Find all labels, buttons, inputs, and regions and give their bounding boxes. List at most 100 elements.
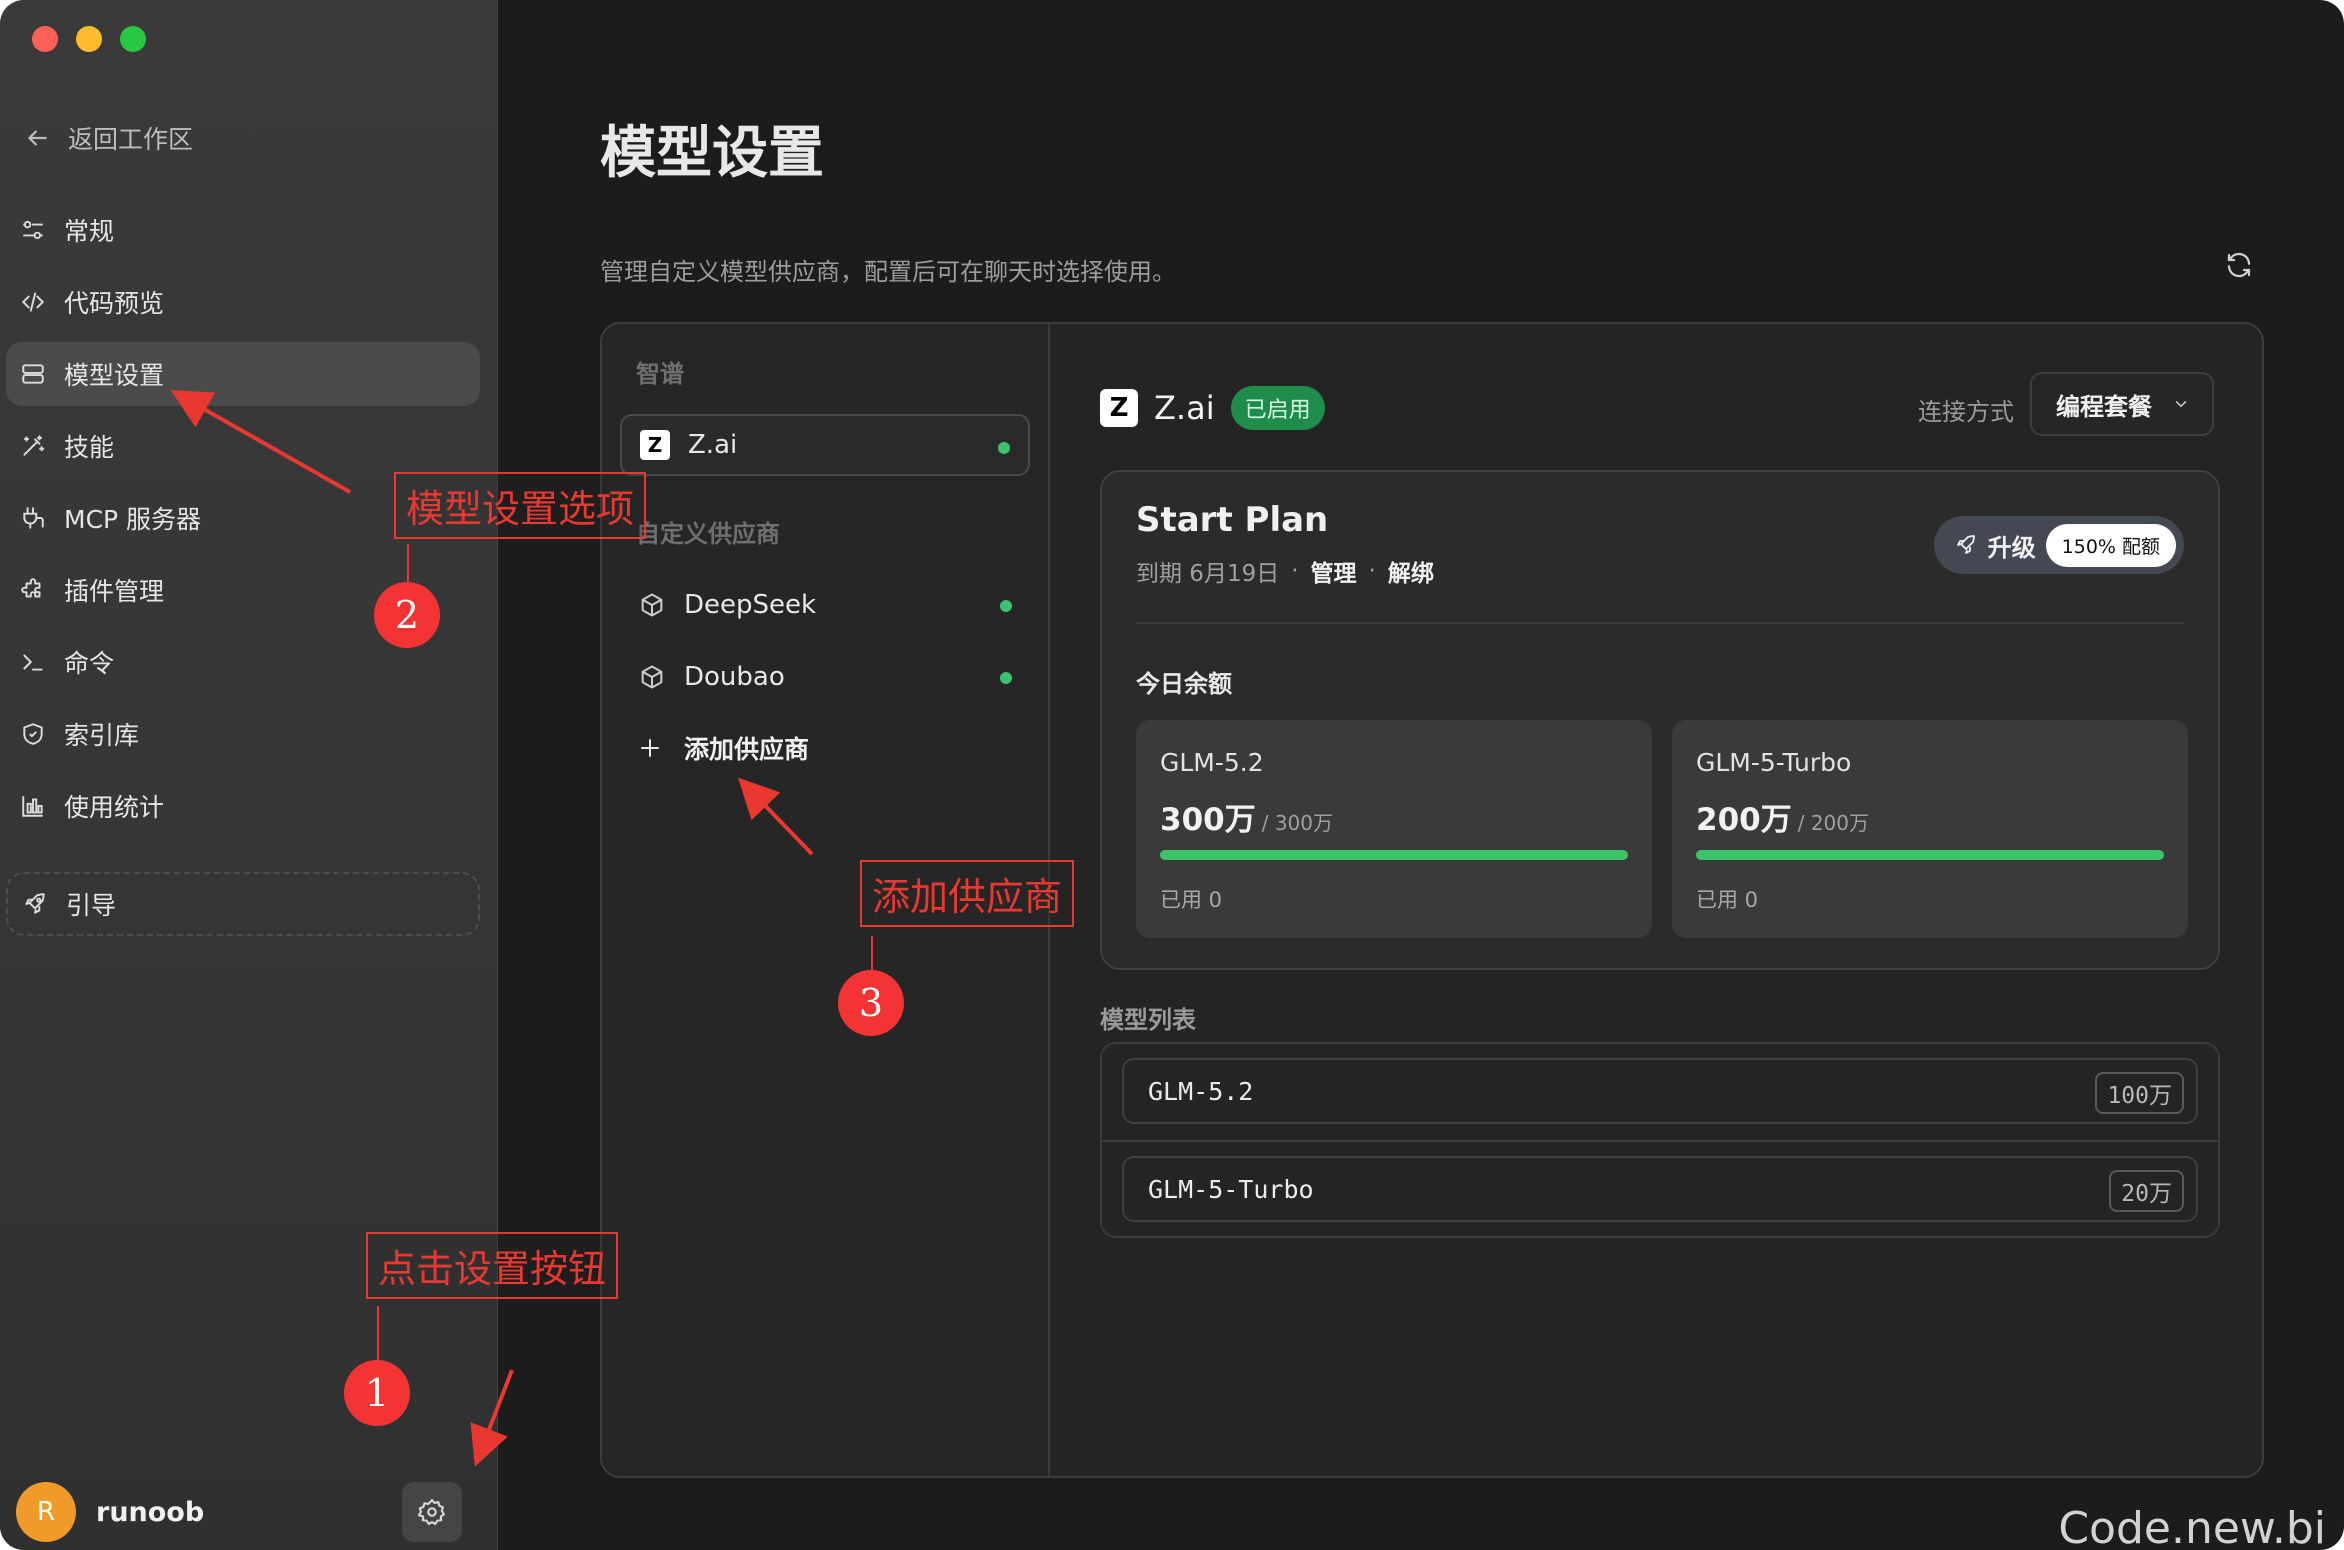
page-description: 管理自定义模型供应商，配置后可在聊天时选择使用。 bbox=[600, 258, 1176, 286]
quota-model-name: GLM-5.2 bbox=[1160, 748, 1264, 777]
connection-label: 连接方式 bbox=[1918, 398, 2014, 426]
group-label-zhipu: 智谱 bbox=[636, 360, 684, 388]
page-title: 模型设置 bbox=[600, 121, 824, 186]
model-list-title: 模型列表 bbox=[1100, 1006, 1196, 1034]
sidebar-item-label: 技能 bbox=[64, 433, 115, 462]
sidebar-item-usage[interactable]: 使用统计 bbox=[6, 774, 480, 838]
quota-model-name: GLM-5-Turbo bbox=[1696, 748, 1852, 777]
plan-meta: 到期 6月19日 · 管理 · 解绑 bbox=[1136, 554, 1434, 588]
magic-wand-icon bbox=[23, 435, 45, 456]
zoom-window-button[interactable] bbox=[120, 26, 146, 52]
minimize-window-button[interactable] bbox=[76, 26, 102, 52]
divider bbox=[1102, 1140, 2218, 1142]
annotation-callout-2: 模型设置选项 bbox=[394, 472, 647, 539]
provider-item-zai[interactable]: Z Z.ai bbox=[620, 414, 1030, 476]
provider-name: Z.ai bbox=[688, 430, 738, 460]
guide-button[interactable]: 引导 bbox=[6, 872, 480, 936]
status-badge: 已启用 bbox=[1230, 386, 1325, 430]
model-name: GLM-5-Turbo bbox=[1148, 1174, 1314, 1204]
enabled-status-dot bbox=[1000, 600, 1012, 612]
sidebar-item-code-preview[interactable]: 代码预览 bbox=[6, 270, 480, 334]
provider-item-doubao[interactable]: Doubao bbox=[620, 646, 1030, 708]
sliders-icon bbox=[23, 220, 43, 240]
quota-progress-fill bbox=[1696, 850, 2164, 860]
quota-remaining: 300万 bbox=[1160, 802, 1256, 838]
add-provider-button[interactable]: 添加供应商 bbox=[638, 730, 809, 766]
quota-progress-bar bbox=[1696, 850, 2164, 860]
refresh-icon bbox=[2227, 252, 2251, 278]
divider bbox=[1136, 622, 2184, 624]
connection-select[interactable]: 编程套餐 bbox=[2030, 372, 2214, 436]
quota-value: 200万/ 200万 bbox=[1696, 794, 1869, 839]
group-label-custom: 自定义供应商 bbox=[636, 520, 780, 548]
provider-name: DeepSeek bbox=[684, 590, 817, 620]
annotation-callout-3: 添加供应商 bbox=[860, 860, 1075, 927]
unbind-link[interactable]: 解绑 bbox=[1388, 554, 1434, 588]
zai-logo-icon: Z bbox=[1100, 389, 1138, 427]
separator: · bbox=[1291, 558, 1299, 584]
username: runoob bbox=[96, 1496, 205, 1528]
sidebar-item-label: MCP 服务器 bbox=[64, 505, 202, 534]
sidebar-item-skills[interactable]: 技能 bbox=[6, 414, 480, 478]
rocket-icon bbox=[25, 893, 45, 914]
sidebar-item-label: 代码预览 bbox=[64, 289, 165, 318]
quota-total: / 300万 bbox=[1261, 811, 1333, 835]
sidebar-item-label: 常规 bbox=[64, 217, 115, 246]
plan-name: Start Plan bbox=[1136, 500, 1329, 540]
watermark: Code.new.bi bbox=[2058, 1503, 2326, 1550]
quota-progress-fill bbox=[1160, 850, 1628, 860]
sidebar-item-label: 使用统计 bbox=[64, 793, 165, 822]
context-badge: 20万 bbox=[2109, 1170, 2184, 1212]
sidebar: 返回工作区 常规 代码预览 模型设置 技能 MCP 服务器 插件管理 命令 索引… bbox=[0, 0, 498, 1550]
plan-expiry: 到期 6月19日 bbox=[1136, 561, 1280, 587]
model-row[interactable]: GLM-5-Turbo 20万 bbox=[1122, 1156, 2198, 1222]
user-profile[interactable]: R runoob bbox=[16, 1482, 204, 1542]
provider-item-deepseek[interactable]: DeepSeek bbox=[620, 574, 1030, 636]
provider-name: Doubao bbox=[684, 662, 785, 692]
app-window: 返回工作区 常规 代码预览 模型设置 技能 MCP 服务器 插件管理 命令 索引… bbox=[0, 0, 2344, 1550]
annotation-number-2: 2 bbox=[374, 582, 440, 648]
annotation-number-1: 1 bbox=[344, 1360, 410, 1426]
sidebar-item-model-settings[interactable]: 模型设置 bbox=[6, 342, 480, 406]
sidebar-item-general[interactable]: 常规 bbox=[6, 198, 480, 262]
model-list: GLM-5.2 100万 GLM-5-Turbo 20万 bbox=[1100, 1042, 2220, 1238]
separator: · bbox=[1368, 558, 1376, 584]
sidebar-item-label: 模型设置 bbox=[64, 361, 165, 390]
shield-icon bbox=[23, 723, 43, 745]
promo-badge: 150% 配额 bbox=[2045, 523, 2176, 567]
enabled-status-dot bbox=[998, 442, 1010, 454]
zai-logo-icon: Z bbox=[640, 430, 670, 460]
upgrade-label: 升级 bbox=[1987, 533, 2036, 562]
annotation-number-3: 3 bbox=[838, 970, 904, 1036]
model-row[interactable]: GLM-5.2 100万 bbox=[1122, 1058, 2198, 1124]
quota-total: / 200万 bbox=[1797, 811, 1869, 835]
sidebar-item-index[interactable]: 索引库 bbox=[6, 702, 480, 766]
provider-header: Z Z.ai 已启用 bbox=[1100, 386, 1325, 430]
settings-button[interactable] bbox=[402, 1482, 462, 1542]
gear-icon bbox=[417, 1499, 445, 1525]
plus-icon bbox=[641, 739, 659, 757]
sidebar-item-label: 索引库 bbox=[64, 721, 140, 750]
manage-link[interactable]: 管理 bbox=[1311, 554, 1357, 588]
plug-icon bbox=[23, 507, 44, 529]
upgrade-button[interactable]: 升级 150% 配额 bbox=[1933, 516, 2184, 574]
refresh-button[interactable] bbox=[2224, 250, 2254, 284]
guide-label: 引导 bbox=[66, 891, 117, 920]
close-window-button[interactable] bbox=[32, 26, 58, 52]
enabled-status-dot bbox=[1000, 672, 1012, 684]
model-name: GLM-5.2 bbox=[1148, 1076, 1254, 1106]
provider-panel: 智谱 Z Z.ai 自定义供应商 DeepSeek Doubao 添加供应商 Z… bbox=[600, 322, 2264, 1478]
back-label: 返回工作区 bbox=[68, 125, 194, 154]
puzzle-icon bbox=[21, 578, 41, 598]
provider-detail: Z Z.ai 已启用 连接方式 编程套餐 Start Plan 到期 6月19日… bbox=[1052, 324, 2262, 1476]
traffic-lights bbox=[32, 26, 146, 52]
quota-progress-bar bbox=[1160, 850, 1628, 860]
quota-remaining: 200万 bbox=[1696, 802, 1792, 838]
add-provider-label: 添加供应商 bbox=[684, 735, 810, 764]
quota-used: 已用 0 bbox=[1696, 888, 1759, 912]
provider-title: Z.ai bbox=[1154, 389, 1215, 427]
plan-card: Start Plan 到期 6月19日 · 管理 · 解绑 升级 150% 配额… bbox=[1100, 470, 2220, 970]
back-to-workspace-link[interactable]: 返回工作区 bbox=[24, 118, 193, 158]
context-badge: 100万 bbox=[2095, 1072, 2184, 1114]
code-icon bbox=[21, 292, 45, 312]
